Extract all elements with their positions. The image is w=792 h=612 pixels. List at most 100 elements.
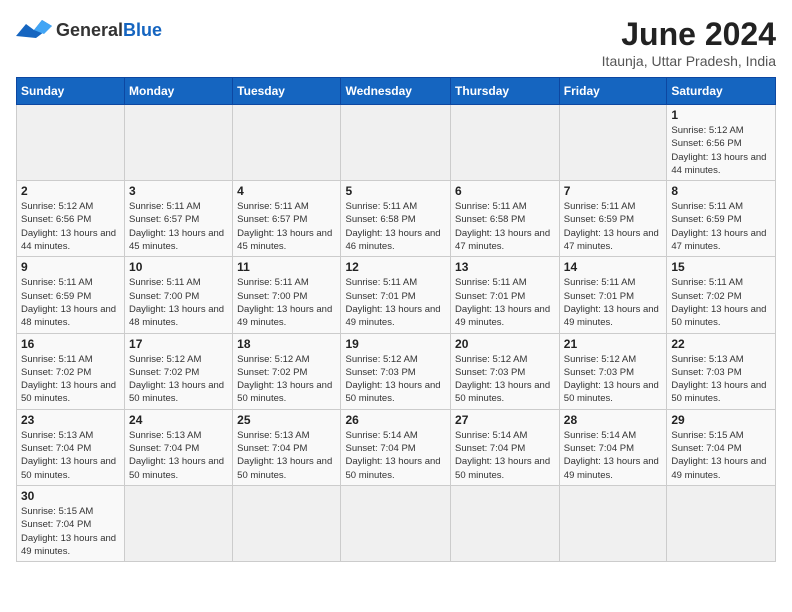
day-number: 26 [345, 413, 446, 427]
day-number: 11 [237, 260, 336, 274]
calendar-week-row: 1 Sunrise: 5:12 AMSunset: 6:56 PMDaylight… [17, 105, 776, 181]
calendar-day-cell: 10 Sunrise: 5:11 AMSunset: 7:00 PMDayligh… [125, 257, 233, 333]
calendar-day-cell [125, 105, 233, 181]
day-number: 8 [671, 184, 771, 198]
calendar-day-cell: 12Sunrise: 5:11 AMSunset: 7:01 PMDayligh… [341, 257, 451, 333]
day-info: Sunrise: 5:11 AMSunset: 6:57 PMDaylight:… [237, 200, 336, 253]
day-info: Sunrise: 5:11 AMSunset: 7:01 PMDaylight:… [345, 276, 446, 329]
calendar-day-cell: 15Sunrise: 5:11 AMSunset: 7:02 PMDayligh… [667, 257, 776, 333]
title-block: June 2024 Itaunja, Uttar Pradesh, India [602, 16, 776, 69]
day-info: Sunrise: 5:11 AMSunset: 7:00 PMDaylight:… [237, 276, 336, 329]
calendar-week-row: 9Sunrise: 5:11 AMSunset: 6:59 PMDaylight… [17, 257, 776, 333]
day-info: Sunrise: 5:11 AMSunset: 6:59 PMDaylight:… [671, 200, 771, 253]
weekday-header: Tuesday [233, 78, 341, 105]
calendar-day-cell: 30Sunrise: 5:15 AMSunset: 7:04 PMDayligh… [17, 485, 125, 561]
calendar-week-row: 23Sunrise: 5:13 AMSunset: 7:04 PMDayligh… [17, 409, 776, 485]
day-number: 19 [345, 337, 446, 351]
calendar-day-cell: 21 Sunrise: 5:12 AMSunset: 7:03 PMDayligh… [559, 333, 667, 409]
calendar-day-cell: 22 Sunrise: 5:13 AMSunset: 7:03 PMDayligh… [667, 333, 776, 409]
calendar-day-cell: 9Sunrise: 5:11 AMSunset: 6:59 PMDaylight… [17, 257, 125, 333]
day-info: Sunrise: 5:12 AMSunset: 6:56 PMDaylight:… [21, 200, 120, 253]
day-number: 20 [455, 337, 555, 351]
day-info: Sunrise: 5:12 AMSunset: 7:03 PMDaylight:… [564, 353, 663, 406]
day-number: 17 [129, 337, 228, 351]
day-info: Sunrise: 5:14 AMSunset: 7:04 PMDaylight:… [564, 429, 663, 482]
day-number: 13 [455, 260, 555, 274]
calendar-header: SundayMondayTuesdayWednesdayThursdayFrid… [17, 78, 776, 105]
day-info: Sunrise: 5:12 AMSunset: 7:02 PMDaylight:… [129, 353, 228, 406]
calendar-day-cell: 16Sunrise: 5:11 AMSunset: 7:02 PMDayligh… [17, 333, 125, 409]
calendar-day-cell: 20 Sunrise: 5:12 AMSunset: 7:03 PMDayligh… [451, 333, 560, 409]
calendar-week-row: 16Sunrise: 5:11 AMSunset: 7:02 PMDayligh… [17, 333, 776, 409]
calendar-day-cell [233, 485, 341, 561]
day-info: Sunrise: 5:13 AMSunset: 7:04 PMDaylight:… [21, 429, 120, 482]
day-info: Sunrise: 5:13 AMSunset: 7:04 PMDaylight:… [237, 429, 336, 482]
weekday-header: Saturday [667, 78, 776, 105]
calendar-day-cell: 29Sunrise: 5:15 AMSunset: 7:04 PMDayligh… [667, 409, 776, 485]
calendar-body: 1 Sunrise: 5:12 AMSunset: 6:56 PMDaylight… [17, 105, 776, 562]
day-info: Sunrise: 5:11 AMSunset: 6:58 PMDaylight:… [345, 200, 446, 253]
logo-text: GeneralBlue [56, 20, 162, 41]
day-info: Sunrise: 5:13 AMSunset: 7:03 PMDaylight:… [671, 353, 771, 406]
day-number: 21 [564, 337, 663, 351]
day-number: 4 [237, 184, 336, 198]
day-number: 1 [671, 108, 771, 122]
day-info: Sunrise: 5:11 AMSunset: 7:02 PMDaylight:… [21, 353, 120, 406]
day-info: Sunrise: 5:14 AMSunset: 7:04 PMDaylight:… [345, 429, 446, 482]
calendar-day-cell: 3 Sunrise: 5:11 AMSunset: 6:57 PMDaylight… [125, 181, 233, 257]
day-info: Sunrise: 5:12 AMSunset: 7:03 PMDaylight:… [345, 353, 446, 406]
month-title: June 2024 [602, 16, 776, 53]
day-info: Sunrise: 5:12 AMSunset: 7:03 PMDaylight:… [455, 353, 555, 406]
day-info: Sunrise: 5:11 AMSunset: 6:59 PMDaylight:… [564, 200, 663, 253]
calendar-day-cell [125, 485, 233, 561]
day-number: 18 [237, 337, 336, 351]
day-info: Sunrise: 5:11 AMSunset: 6:58 PMDaylight:… [455, 200, 555, 253]
day-info: Sunrise: 5:14 AMSunset: 7:04 PMDaylight:… [455, 429, 555, 482]
calendar-day-cell: 25 Sunrise: 5:13 AMSunset: 7:04 PMDayligh… [233, 409, 341, 485]
calendar-day-cell: 26 Sunrise: 5:14 AMSunset: 7:04 PMDayligh… [341, 409, 451, 485]
day-info: Sunrise: 5:12 AMSunset: 6:56 PMDaylight:… [671, 124, 771, 177]
calendar-day-cell: 4 Sunrise: 5:11 AMSunset: 6:57 PMDaylight… [233, 181, 341, 257]
day-number: 10 [129, 260, 228, 274]
calendar-day-cell: 27 Sunrise: 5:14 AMSunset: 7:04 PMDayligh… [451, 409, 560, 485]
day-number: 22 [671, 337, 771, 351]
calendar-day-cell: 18 Sunrise: 5:12 AMSunset: 7:02 PMDayligh… [233, 333, 341, 409]
day-info: Sunrise: 5:13 AMSunset: 7:04 PMDaylight:… [129, 429, 228, 482]
day-number: 29 [671, 413, 771, 427]
calendar-day-cell [17, 105, 125, 181]
calendar-week-row: 30Sunrise: 5:15 AMSunset: 7:04 PMDayligh… [17, 485, 776, 561]
calendar-day-cell: 1 Sunrise: 5:12 AMSunset: 6:56 PMDaylight… [667, 105, 776, 181]
weekday-header: Monday [125, 78, 233, 105]
weekday-header: Friday [559, 78, 667, 105]
weekday-header: Thursday [451, 78, 560, 105]
calendar-day-cell [451, 105, 560, 181]
day-number: 24 [129, 413, 228, 427]
calendar-day-cell: 24 Sunrise: 5:13 AMSunset: 7:04 PMDayligh… [125, 409, 233, 485]
day-number: 3 [129, 184, 228, 198]
day-info: Sunrise: 5:11 AMSunset: 7:01 PMDaylight:… [564, 276, 663, 329]
day-info: Sunrise: 5:11 AMSunset: 7:00 PMDaylight:… [129, 276, 228, 329]
calendar-day-cell: 23Sunrise: 5:13 AMSunset: 7:04 PMDayligh… [17, 409, 125, 485]
day-info: Sunrise: 5:11 AMSunset: 7:02 PMDaylight:… [671, 276, 771, 329]
location-subtitle: Itaunja, Uttar Pradesh, India [602, 53, 776, 69]
calendar-day-cell [451, 485, 560, 561]
calendar-day-cell [667, 485, 776, 561]
calendar-day-cell: 28Sunrise: 5:14 AMSunset: 7:04 PMDayligh… [559, 409, 667, 485]
calendar-day-cell: 11 Sunrise: 5:11 AMSunset: 7:00 PMDayligh… [233, 257, 341, 333]
day-info: Sunrise: 5:11 AMSunset: 7:01 PMDaylight:… [455, 276, 555, 329]
calendar-day-cell [341, 105, 451, 181]
day-number: 30 [21, 489, 120, 503]
day-number: 25 [237, 413, 336, 427]
day-number: 7 [564, 184, 663, 198]
day-info: Sunrise: 5:11 AMSunset: 6:57 PMDaylight:… [129, 200, 228, 253]
calendar-day-cell [233, 105, 341, 181]
calendar-day-cell: 8 Sunrise: 5:11 AMSunset: 6:59 PMDaylight… [667, 181, 776, 257]
day-number: 27 [455, 413, 555, 427]
calendar-day-cell [341, 485, 451, 561]
day-number: 2 [21, 184, 120, 198]
weekday-header: Wednesday [341, 78, 451, 105]
page-header: GeneralBlue June 2024 Itaunja, Uttar Pra… [16, 16, 776, 69]
calendar-day-cell: 2 Sunrise: 5:12 AMSunset: 6:56 PMDaylight… [17, 181, 125, 257]
day-info: Sunrise: 5:12 AMSunset: 7:02 PMDaylight:… [237, 353, 336, 406]
logo-icon [16, 16, 52, 44]
